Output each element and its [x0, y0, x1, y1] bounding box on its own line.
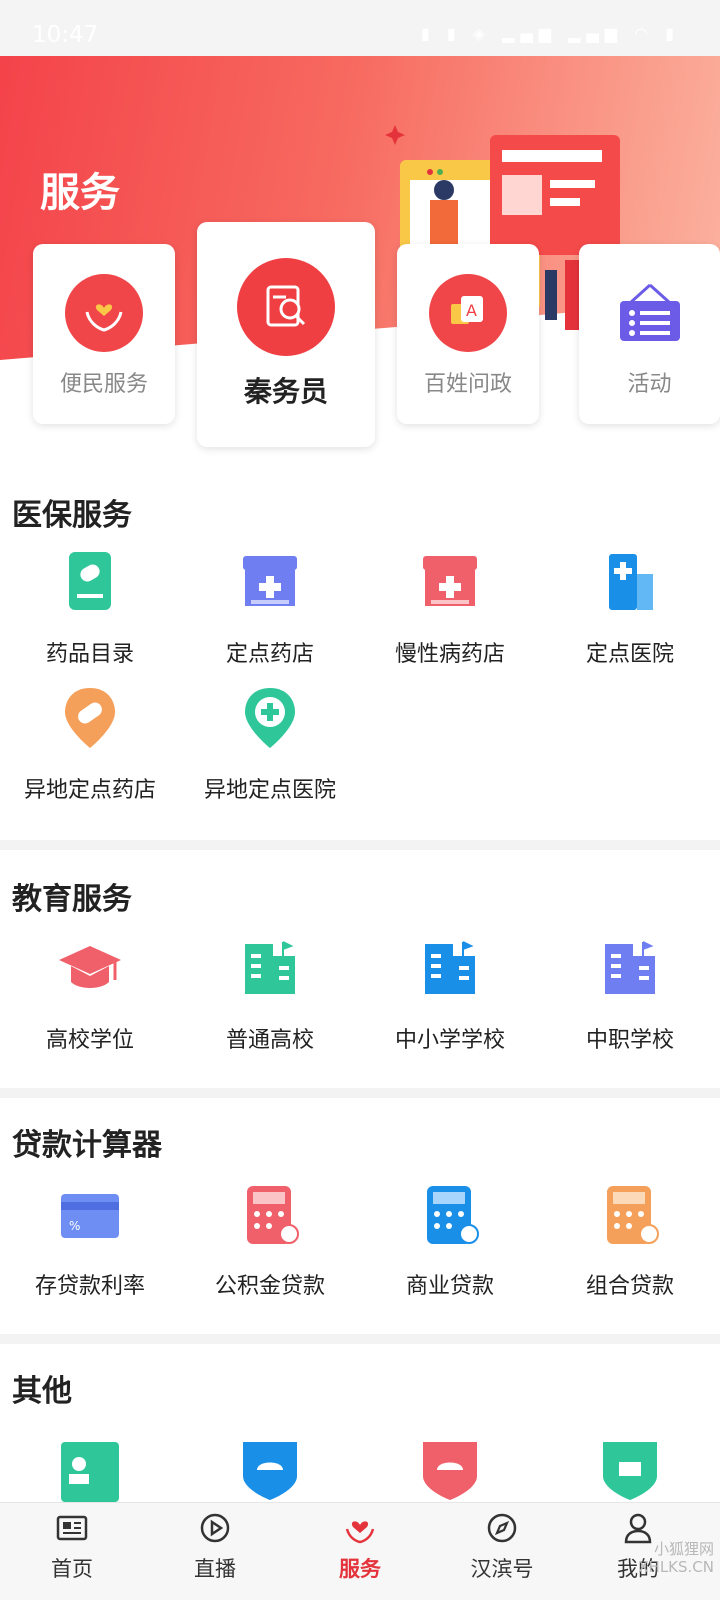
- tab-hanbin[interactable]: 汉滨号: [442, 1511, 562, 1583]
- card-label: 便民服务: [59, 372, 148, 397]
- combined-calculator-icon: [607, 1186, 659, 1244]
- remote-pharmacy-icon: [65, 688, 115, 748]
- grid-item-label: 中职学校: [585, 1028, 674, 1053]
- watermark-line2: XHLKS.CN: [638, 1558, 714, 1576]
- grid-item-primary-school[interactable]: 中小学学校: [360, 934, 540, 1054]
- grid-item-remote-pharmacy[interactable]: 异地定点药店: [0, 684, 180, 804]
- question-bubble-icon: A: [429, 274, 507, 352]
- grid-item-label: 药品目录: [45, 642, 134, 667]
- grid-item-label: 商业贷款: [405, 1274, 494, 1299]
- tab-live[interactable]: 直播: [155, 1511, 275, 1583]
- section-other: 其他: [0, 1344, 720, 1504]
- tab-label: 首页: [51, 1557, 93, 1581]
- school-icon: [425, 941, 475, 994]
- chronic-pharmacy-icon: [423, 556, 477, 606]
- heart-hands-icon: [345, 1521, 375, 1544]
- grid-item-label: 公积金贷款: [214, 1274, 325, 1299]
- card-public-inquiry[interactable]: A 百姓问政: [397, 244, 539, 424]
- section-title: 贷款计算器: [12, 1128, 162, 1163]
- section-title: 医保服务: [12, 498, 132, 533]
- grid-item-label: 高校学位: [45, 1028, 134, 1053]
- tab-label: 汉滨号: [470, 1557, 534, 1581]
- grid-item-label: 定点药店: [225, 642, 314, 667]
- tab-label: 服务: [339, 1557, 381, 1581]
- section-title: 教育服务: [12, 882, 132, 917]
- watermark: 小狐狸网 XHLKS.CN: [638, 1540, 714, 1576]
- card-events[interactable]: 活动: [579, 244, 720, 424]
- card-label: 秦务员: [243, 375, 328, 408]
- tab-home[interactable]: 首页: [12, 1511, 132, 1583]
- university-icon: [245, 941, 295, 994]
- svg-text:A: A: [466, 301, 477, 320]
- hands-heart-icon: [65, 274, 143, 352]
- newspaper-icon: [56, 1515, 88, 1541]
- watermark-line1: 小狐狸网: [653, 1540, 714, 1558]
- interest-card-icon: %: [61, 1194, 119, 1238]
- compass-icon: [487, 1513, 517, 1543]
- card-label: 活动: [627, 372, 672, 397]
- search-doc-icon: [237, 258, 335, 356]
- page-title: 服务: [40, 170, 120, 216]
- event-board-icon: [611, 274, 689, 352]
- status-icons: ▮ ▮ ◈ ▂▄▆ ▂▄▆ ◠ ▮: [420, 24, 680, 43]
- remote-hospital-icon: [245, 688, 295, 748]
- id-card-icon[interactable]: [55, 1436, 125, 1502]
- grid-item-label: 定点医院: [585, 642, 674, 667]
- grid-item-remote-hospital[interactable]: 异地定点医院: [180, 684, 360, 804]
- grid-item-interest-rate[interactable]: % 存贷款利率: [0, 1180, 180, 1300]
- section-education: 教育服务 高校学位 普通高校 中小学学校 中职学校: [0, 850, 720, 1088]
- medicine-catalog-icon: [69, 552, 111, 610]
- section-medical: 医保服务 药品目录 定点药店 慢性病药店 定点医院 异地定点药店 异地定点医院: [0, 476, 720, 840]
- bottom-tab-bar: 首页 直播 服务 汉滨号 我的: [0, 1502, 720, 1600]
- card-convenience-service[interactable]: 便民服务: [33, 244, 175, 424]
- grid-item-label: 异地定点医院: [203, 778, 336, 803]
- hospital-icon: [609, 554, 653, 610]
- play-circle-icon: [200, 1513, 230, 1543]
- grid-item-label: 普通高校: [225, 1028, 314, 1053]
- status-time: 10:47: [32, 22, 99, 48]
- grid-item-label: 组合贷款: [585, 1274, 674, 1299]
- grid-item-vocational-school[interactable]: 中职学校: [540, 934, 720, 1054]
- food-shield-green-icon[interactable]: [595, 1436, 665, 1502]
- card-qinwuyuan[interactable]: 秦务员: [197, 222, 375, 447]
- graduation-cap-icon: [59, 946, 121, 988]
- grid-item-combined-loan[interactable]: 组合贷款: [540, 1180, 720, 1300]
- fund-calculator-icon: [247, 1186, 299, 1244]
- grid-item-medicine-catalog[interactable]: 药品目录: [0, 548, 180, 668]
- commercial-calculator-icon: [427, 1186, 479, 1244]
- food-shield-blue-icon[interactable]: [235, 1436, 305, 1502]
- grid-item-university[interactable]: 普通高校: [180, 934, 360, 1054]
- grid-item-commercial-loan[interactable]: 商业贷款: [360, 1180, 540, 1300]
- grid-item-provident-fund-loan[interactable]: 公积金贷款: [180, 1180, 360, 1300]
- section-loan-calculator: 贷款计算器 % 存贷款利率 公积金贷款 商业贷款 组合贷款: [0, 1098, 720, 1334]
- grid-item-pharmacy[interactable]: 定点药店: [180, 548, 360, 668]
- grid-item-hospital[interactable]: 定点医院: [540, 548, 720, 668]
- vocational-school-icon: [605, 941, 655, 994]
- grid-item-graduate-degree[interactable]: 高校学位: [0, 934, 180, 1054]
- tab-services[interactable]: 服务: [300, 1511, 420, 1583]
- pharmacy-icon: [243, 556, 297, 606]
- svg-text:%: %: [69, 1219, 80, 1233]
- grid-item-label: 存贷款利率: [34, 1274, 145, 1299]
- tab-label: 直播: [194, 1557, 236, 1581]
- food-shield-red-icon[interactable]: [415, 1436, 485, 1502]
- grid-item-label: 异地定点药店: [23, 778, 156, 803]
- grid-item-label: 慢性病药店: [394, 642, 505, 667]
- section-title: 其他: [12, 1374, 72, 1409]
- status-bar: 10:47 ▮ ▮ ◈ ▂▄▆ ▂▄▆ ◠ ▮: [0, 0, 720, 56]
- card-label: 百姓问政: [423, 372, 512, 397]
- grid-item-label: 中小学学校: [394, 1028, 505, 1053]
- grid-item-chronic-pharmacy[interactable]: 慢性病药店: [360, 548, 540, 668]
